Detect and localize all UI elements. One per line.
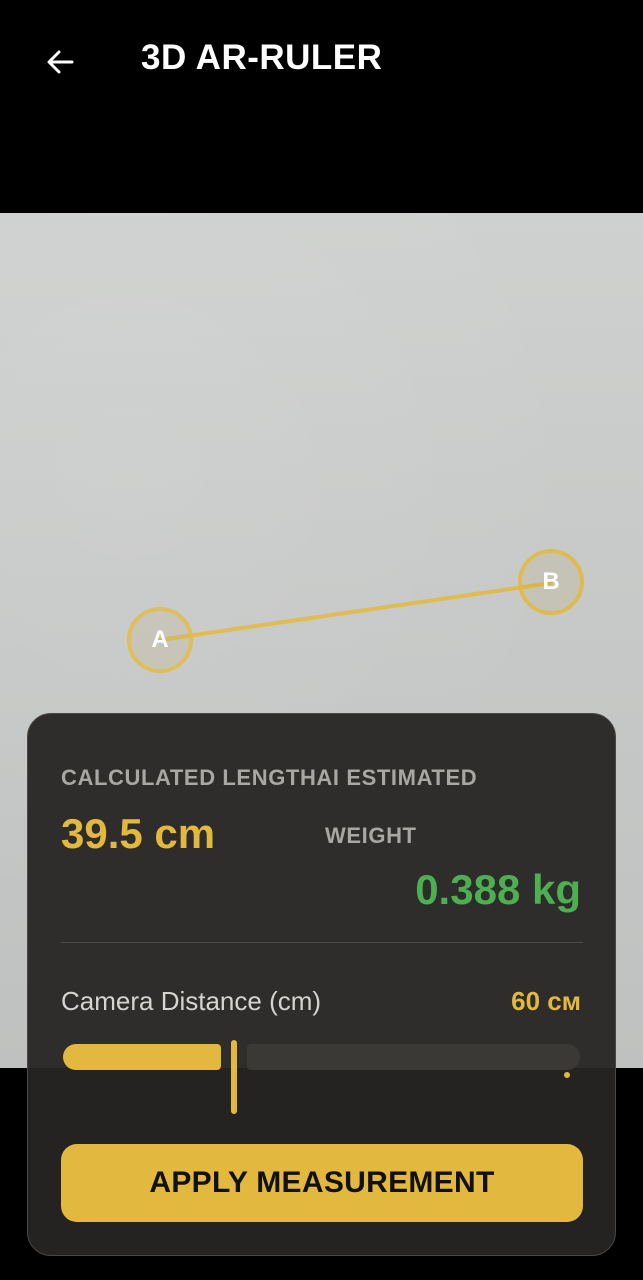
page-title: 3D AR-RULER xyxy=(141,38,383,77)
distance-label: Camera Distance (cm) xyxy=(61,986,322,1016)
arrow-left-icon xyxy=(47,50,74,74)
length-label: CALCULATED LENGTHAI ESTIMATED xyxy=(61,765,478,790)
measurement-line xyxy=(158,581,553,642)
measurement-panel: CALCULATED LENGTHAI ESTIMATED 39.5 cm WE… xyxy=(27,713,616,1256)
slider-fill xyxy=(63,1044,221,1070)
distance-value: 60 см xyxy=(511,986,581,1016)
slider-end-dot xyxy=(564,1072,570,1078)
length-value: 39.5 cm xyxy=(61,810,216,857)
slider-track[interactable] xyxy=(247,1044,580,1070)
slider-thumb[interactable] xyxy=(231,1040,237,1114)
header: 3D AR-RULER xyxy=(0,0,643,120)
weight-value: 0.388 kg xyxy=(415,866,581,913)
point-b-marker[interactable] xyxy=(518,549,584,615)
point-a-label: A xyxy=(151,626,169,653)
back-button[interactable] xyxy=(40,42,80,82)
divider xyxy=(61,942,583,943)
apply-measurement-button[interactable]: APPLY MEASUREMENT xyxy=(61,1144,583,1222)
app-screen: 3D AR-RULER A B CALCULATED LENGTHAI ESTI… xyxy=(0,0,643,1280)
point-a-marker[interactable] xyxy=(127,607,193,673)
point-b-label: B xyxy=(542,568,560,595)
weight-label: WEIGHT xyxy=(325,823,417,848)
